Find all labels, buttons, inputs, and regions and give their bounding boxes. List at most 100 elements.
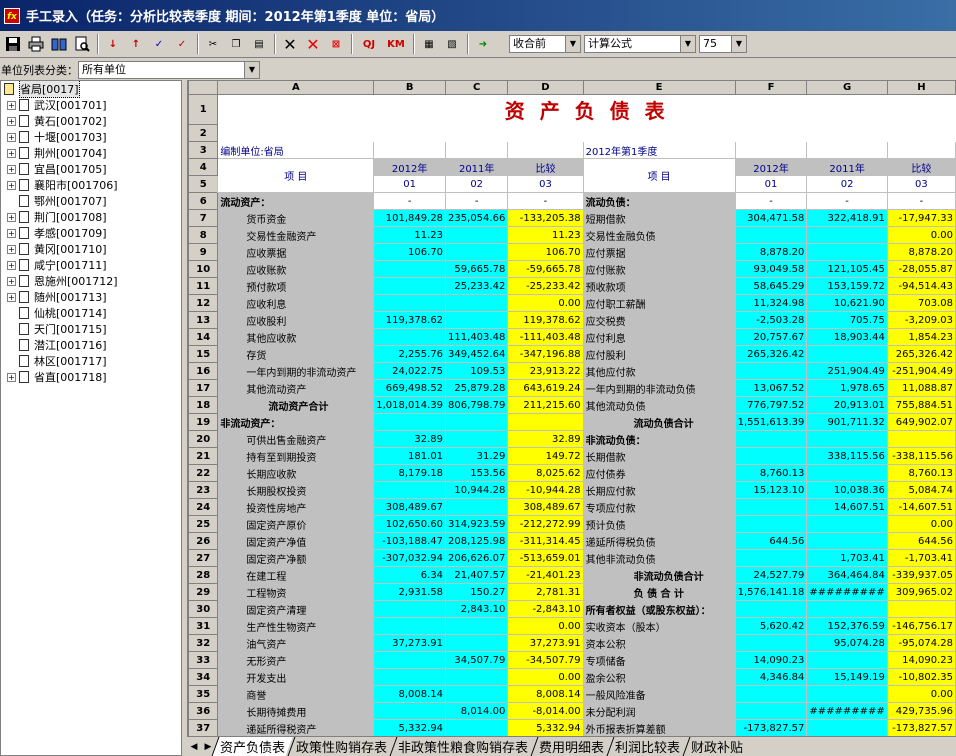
value-2011[interactable]: ######### <box>806 583 888 601</box>
value-2011[interactable]: 21,407.57 <box>445 566 509 584</box>
value-2011[interactable]: 10,038.36 <box>806 481 888 499</box>
tree-item[interactable]: + 省直[001718] <box>1 369 181 385</box>
item-label[interactable]: 货币资金 <box>217 209 375 227</box>
value-diff[interactable]: -10,944.28 <box>507 481 584 499</box>
value-2012[interactable]: -2,503.28 <box>734 311 808 329</box>
value-diff[interactable]: 5,332.94 <box>507 719 584 736</box>
item-label[interactable]: 外币报表折算差额 <box>582 719 736 736</box>
value-2011[interactable]: 235,054.66 <box>445 209 509 227</box>
expand-icon[interactable]: + <box>7 292 16 302</box>
year-header[interactable]: 2011年 <box>806 158 888 176</box>
sheet-tab[interactable]: 非政策性粮食购销存表 <box>389 737 536 756</box>
value-2012[interactable] <box>373 260 447 278</box>
value-2011[interactable]: 10,621.90 <box>806 294 888 312</box>
copy-icon[interactable]: ❐ <box>225 33 247 55</box>
item-label[interactable]: 应收账款 <box>217 260 375 278</box>
export-icon[interactable]: ▦ <box>418 33 440 55</box>
value-2012[interactable]: 14,090.23 <box>734 651 808 669</box>
exit-icon[interactable]: ➜ <box>472 33 494 55</box>
tree-item[interactable]: + 随州[001713] <box>1 289 181 305</box>
value-diff[interactable]: -146,756.17 <box>886 617 956 635</box>
item-label[interactable]: 其他流动负债 <box>582 396 736 414</box>
value-diff[interactable]: 14,090.23 <box>886 651 956 669</box>
value-2012[interactable] <box>734 515 808 533</box>
tree-item[interactable]: 潜江[001716] <box>1 337 181 353</box>
value-diff[interactable]: -111,403.48 <box>507 328 584 346</box>
value-diff[interactable]: 32.89 <box>507 430 584 448</box>
value-2012[interactable]: 101,849.28 <box>373 209 447 227</box>
item-header[interactable]: 项 目 <box>217 158 375 193</box>
item-label[interactable]: 应付账款 <box>582 260 736 278</box>
period-cell[interactable]: 2012年第1季度 <box>582 141 736 159</box>
value-2012[interactable] <box>373 294 447 312</box>
value-2011[interactable] <box>806 651 888 669</box>
value-2011[interactable] <box>445 413 509 431</box>
chevron-down-icon[interactable]: ▼ <box>680 36 695 52</box>
item-label[interactable]: 流动负债合计 <box>582 413 736 431</box>
value-2012[interactable]: 119,378.62 <box>373 311 447 329</box>
item-label[interactable]: 存货 <box>217 345 375 363</box>
value-2011[interactable]: - <box>445 192 509 210</box>
value-2012[interactable]: 11.23 <box>373 226 447 244</box>
value-diff[interactable]: -339,937.05 <box>886 566 956 584</box>
value-2012[interactable]: 5,332.94 <box>373 719 447 736</box>
value-diff[interactable]: 429,735.96 <box>886 702 956 720</box>
item-label[interactable]: 其他流动资产 <box>217 379 375 397</box>
value-2011[interactable]: 314,923.59 <box>445 515 509 533</box>
value-diff[interactable] <box>507 413 584 431</box>
item-label[interactable]: 其他应付款 <box>582 362 736 380</box>
expand-icon[interactable]: + <box>7 244 16 254</box>
value-diff[interactable]: 23,913.22 <box>507 362 584 380</box>
value-diff[interactable]: 1,854.23 <box>886 328 956 346</box>
item-label[interactable]: 预付款项 <box>217 277 375 295</box>
item-label[interactable]: 应付利息 <box>582 328 736 346</box>
value-2012[interactable]: -103,188.47 <box>373 532 447 550</box>
tree-item[interactable]: + 荆州[001704] <box>1 145 181 161</box>
clear-icon[interactable]: ⊠ <box>325 33 347 55</box>
value-2012[interactable]: 8,179.18 <box>373 464 447 482</box>
expand-icon[interactable]: + <box>7 372 16 382</box>
value-2011[interactable] <box>806 515 888 533</box>
value-diff[interactable]: 8,760.13 <box>886 464 956 482</box>
tree-item[interactable]: + 恩施州[001712] <box>1 273 181 289</box>
value-2012[interactable] <box>373 481 447 499</box>
value-2011[interactable] <box>445 243 509 261</box>
value-2011[interactable]: 14,607.51 <box>806 498 888 516</box>
value-2011[interactable]: 95,074.28 <box>806 634 888 652</box>
value-2012[interactable] <box>734 634 808 652</box>
sheet-tab[interactable]: 资产负债表 <box>211 737 293 756</box>
value-2012[interactable]: 2,255.76 <box>373 345 447 363</box>
value-2012[interactable] <box>373 702 447 720</box>
value-2011[interactable]: 20,913.01 <box>806 396 888 414</box>
tree-item[interactable]: + 十堰[001703] <box>1 129 181 145</box>
unit-filter-select[interactable]: 所有单位 ▼ <box>78 60 260 79</box>
value-2012[interactable]: 8,008.14 <box>373 685 447 703</box>
code-header[interactable]: 01 <box>734 175 808 193</box>
value-diff[interactable]: 703.08 <box>886 294 956 312</box>
value-2012[interactable]: 1,018,014.39 <box>373 396 447 414</box>
value-2011[interactable]: 18,903.44 <box>806 328 888 346</box>
tree-item[interactable]: + 荆门[001708] <box>1 209 181 225</box>
value-diff[interactable]: 211,215.60 <box>507 396 584 414</box>
value-2012[interactable]: 24,022.75 <box>373 362 447 380</box>
item-label[interactable]: 一年内到期的非流动资产 <box>217 362 375 380</box>
value-2011[interactable]: 1,703.41 <box>806 549 888 567</box>
value-diff[interactable]: 0.00 <box>507 294 584 312</box>
item-label[interactable]: 长期应付款 <box>582 481 736 499</box>
value-2011[interactable]: 2,843.10 <box>445 600 509 618</box>
value-2011[interactable]: 364,464.84 <box>806 566 888 584</box>
value-diff[interactable]: -212,272.99 <box>507 515 584 533</box>
value-2012[interactable]: 644.56 <box>734 532 808 550</box>
tree-item[interactable]: + 宜昌[001705] <box>1 161 181 177</box>
value-2011[interactable] <box>806 430 888 448</box>
value-2012[interactable] <box>734 549 808 567</box>
item-label[interactable]: 投资性房地产 <box>217 498 375 516</box>
value-diff[interactable]: 11,088.87 <box>886 379 956 397</box>
value-2011[interactable] <box>806 685 888 703</box>
value-2012[interactable]: 308,489.67 <box>373 498 447 516</box>
value-2012[interactable]: - <box>373 192 447 210</box>
value-2012[interactable] <box>734 226 808 244</box>
item-label[interactable]: 专项应付款 <box>582 498 736 516</box>
item-label[interactable]: 应付职工薪酬 <box>582 294 736 312</box>
value-2012[interactable]: 102,650.60 <box>373 515 447 533</box>
